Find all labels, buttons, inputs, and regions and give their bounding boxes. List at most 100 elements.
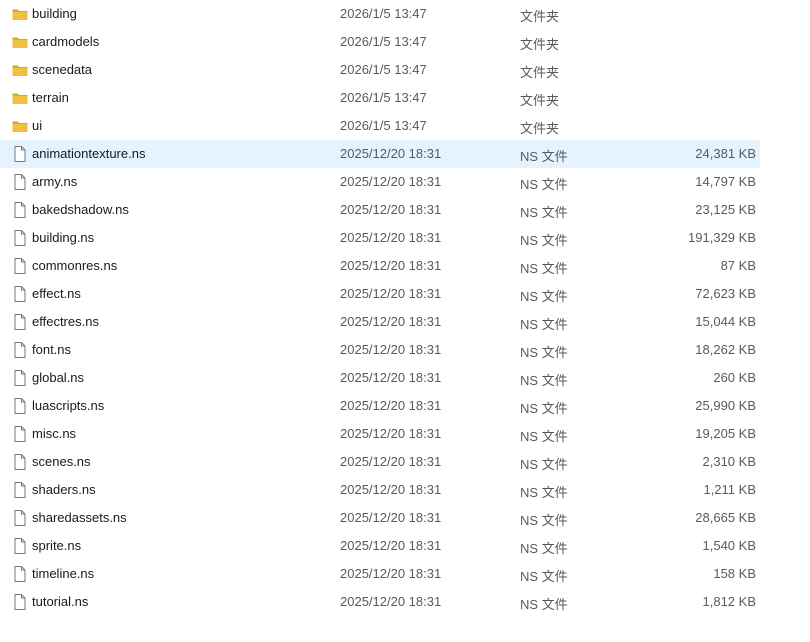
file-row[interactable]: font.ns 2025/12/20 18:31 NS 文件 18,262 KB [0, 336, 760, 364]
file-type: NS 文件 [520, 457, 568, 472]
file-name: luascripts.ns [32, 398, 105, 413]
file-size: 18,262 KB [695, 342, 756, 357]
file-row[interactable]: shaders.ns 2025/12/20 18:31 NS 文件 1,211 KB [0, 476, 760, 504]
file-icon [11, 173, 29, 191]
file-type: NS 文件 [520, 429, 568, 444]
folder-row[interactable]: terrain 2026/1/5 13:47 文件夹 [0, 84, 760, 112]
file-size: 87 KB [720, 258, 756, 273]
file-type: NS 文件 [520, 373, 568, 388]
file-name: effectres.ns [32, 314, 99, 329]
file-icon [11, 369, 29, 387]
file-row[interactable]: scenes.ns 2025/12/20 18:31 NS 文件 2,310 KB [0, 448, 760, 476]
file-size: 260 KB [713, 370, 756, 385]
file-type: NS 文件 [520, 485, 568, 500]
file-size: 2,310 KB [702, 454, 757, 469]
file-icon [11, 481, 29, 499]
modified-date: 2025/12/20 18:31 [340, 342, 442, 357]
modified-date: 2025/12/20 18:31 [340, 286, 442, 301]
folder-row[interactable]: ui 2026/1/5 13:47 文件夹 [0, 112, 760, 140]
file-name: cardmodels [32, 34, 100, 49]
file-name: misc.ns [32, 426, 77, 441]
file-size: 1,812 KB [702, 594, 757, 609]
folder-icon [11, 5, 29, 23]
modified-date: 2025/12/20 18:31 [340, 202, 442, 217]
file-row[interactable]: army.ns 2025/12/20 18:31 NS 文件 14,797 KB [0, 168, 760, 196]
file-row[interactable]: effectres.ns 2025/12/20 18:31 NS 文件 15,044 … [0, 308, 760, 336]
file-name: timeline.ns [32, 566, 95, 581]
file-name: font.ns [32, 342, 72, 357]
file-icon [11, 341, 29, 359]
file-icon [11, 425, 29, 443]
modified-date: 2026/1/5 13:47 [340, 62, 427, 77]
file-size: 72,623 KB [695, 286, 756, 301]
folder-icon [11, 117, 29, 135]
file-name: building [32, 6, 77, 21]
file-row[interactable]: timeline.ns 2025/12/20 18:31 NS 文件 158 KB [0, 560, 760, 588]
file-name: global.ns [32, 370, 85, 385]
file-row[interactable]: misc.ns 2025/12/20 18:31 NS 文件 19,205 KB [0, 420, 760, 448]
file-row[interactable]: global.ns 2025/12/20 18:31 NS 文件 260 KB [0, 364, 760, 392]
file-row[interactable]: effect.ns 2025/12/20 18:31 NS 文件 72,623 KB [0, 280, 760, 308]
file-name: army.ns [32, 174, 78, 189]
file-type: 文件夹 [520, 9, 560, 24]
file-name: building.ns [32, 230, 95, 245]
modified-date: 2025/12/20 18:31 [340, 510, 442, 525]
file-size: 14,797 KB [695, 174, 756, 189]
file-type: 文件夹 [520, 93, 560, 108]
file-row[interactable]: sharedassets.ns 2025/12/20 18:31 NS 文件 28,6… [0, 504, 760, 532]
file-list: building 2026/1/5 13:47 文件夹 cardmodels 2026/… [0, 0, 810, 616]
file-icon [11, 397, 29, 415]
modified-date: 2026/1/5 13:47 [340, 6, 427, 21]
file-name: sprite.ns [32, 538, 82, 553]
modified-date: 2025/12/20 18:31 [340, 426, 442, 441]
modified-date: 2025/12/20 18:31 [340, 538, 442, 553]
folder-icon [11, 89, 29, 107]
modified-date: 2026/1/5 13:47 [340, 90, 427, 105]
file-size: 191,329 KB [688, 230, 756, 245]
file-type: NS 文件 [520, 289, 568, 304]
file-size: 23,125 KB [695, 202, 756, 217]
file-row[interactable]: sprite.ns 2025/12/20 18:31 NS 文件 1,540 KB [0, 532, 760, 560]
file-size: 28,665 KB [695, 510, 756, 525]
file-icon [11, 565, 29, 583]
folder-row[interactable]: cardmodels 2026/1/5 13:47 文件夹 [0, 28, 760, 56]
file-size: 24,381 KB [695, 146, 756, 161]
modified-date: 2025/12/20 18:31 [340, 594, 442, 609]
file-type: 文件夹 [520, 65, 560, 80]
file-type: NS 文件 [520, 233, 568, 248]
file-icon [11, 285, 29, 303]
file-icon [11, 537, 29, 555]
file-row[interactable]: tutorial.ns 2025/12/20 18:31 NS 文件 1,812 KB [0, 588, 760, 616]
file-type: NS 文件 [520, 569, 568, 584]
file-name: animationtexture.ns [32, 146, 146, 161]
file-row[interactable]: bakedshadow.ns 2025/12/20 18:31 NS 文件 23,12… [0, 196, 760, 224]
file-icon [11, 593, 29, 611]
modified-date: 2025/12/20 18:31 [340, 454, 442, 469]
file-row[interactable]: building.ns 2025/12/20 18:31 NS 文件 191,329 … [0, 224, 760, 252]
file-name: ui [32, 118, 43, 133]
folder-icon [11, 61, 29, 79]
file-name: terrain [32, 90, 69, 105]
file-row[interactable]: animationtexture.ns 2025/12/20 18:31 NS 文件… [0, 140, 760, 168]
file-type: NS 文件 [520, 401, 568, 416]
file-name: scenedata [32, 62, 92, 77]
file-name: shaders.ns [32, 482, 96, 497]
file-size: 158 KB [713, 566, 756, 581]
file-row[interactable]: commonres.ns 2025/12/20 18:31 NS 文件 87 KB [0, 252, 760, 280]
file-size: 15,044 KB [695, 314, 756, 329]
file-type: NS 文件 [520, 149, 568, 164]
file-size: 1,540 KB [702, 538, 757, 553]
modified-date: 2025/12/20 18:31 [340, 314, 442, 329]
folder-row[interactable]: building 2026/1/5 13:47 文件夹 [0, 0, 760, 28]
file-icon [11, 229, 29, 247]
file-icon [11, 201, 29, 219]
modified-date: 2025/12/20 18:31 [340, 566, 442, 581]
folder-row[interactable]: scenedata 2026/1/5 13:47 文件夹 [0, 56, 760, 84]
file-icon [11, 509, 29, 527]
file-name: sharedassets.ns [32, 510, 127, 525]
file-type: NS 文件 [520, 345, 568, 360]
file-type: NS 文件 [520, 317, 568, 332]
file-name: commonres.ns [32, 258, 118, 273]
file-row[interactable]: luascripts.ns 2025/12/20 18:31 NS 文件 25,990… [0, 392, 760, 420]
file-name: tutorial.ns [32, 594, 89, 609]
